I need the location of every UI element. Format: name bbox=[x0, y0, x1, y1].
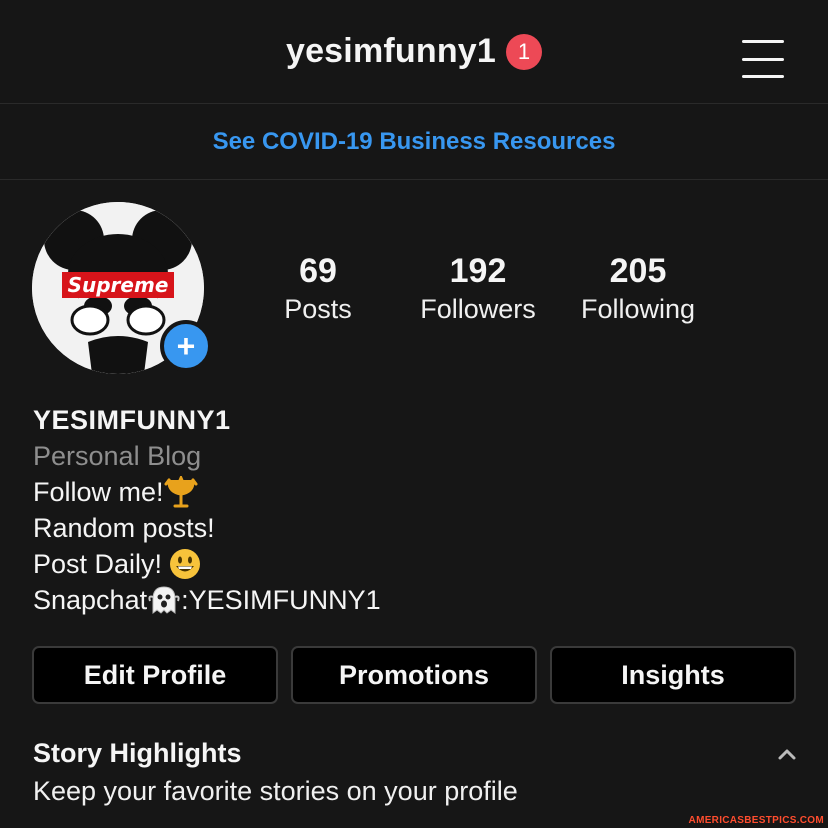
profile-page: yesimfunny1 1 See COVID-19 Business Reso… bbox=[0, 0, 828, 828]
add-story-plus-icon[interactable]: + bbox=[160, 320, 212, 372]
menu-line bbox=[742, 75, 784, 78]
grinning-face-icon bbox=[170, 549, 201, 579]
watermark: AMERICASBESTPICS.COM bbox=[688, 815, 824, 826]
following-label: Following bbox=[580, 294, 696, 324]
profile-username[interactable]: yesimfunny1 bbox=[286, 32, 496, 71]
ghost-icon bbox=[148, 586, 180, 614]
profile-action-buttons: Edit Profile Promotions Insights bbox=[32, 646, 796, 704]
bio-line: Post Daily! bbox=[33, 546, 793, 582]
edit-profile-button[interactable]: Edit Profile bbox=[32, 646, 278, 704]
bio-line: Random posts! bbox=[33, 510, 793, 546]
bio-line: Snapchat :YESIMFUNNY1 bbox=[33, 582, 793, 618]
hamburger-menu-icon[interactable] bbox=[742, 40, 784, 78]
posts-label: Posts bbox=[284, 294, 352, 324]
promotions-button[interactable]: Promotions bbox=[291, 646, 537, 704]
supreme-logo-text: Supreme bbox=[67, 273, 169, 297]
notification-badge[interactable]: 1 bbox=[506, 33, 543, 70]
stat-followers[interactable]: 192 Followers bbox=[398, 250, 558, 326]
bio-text: :YESIMFUNNY1 bbox=[181, 585, 381, 615]
bio-text: Snapchat bbox=[33, 585, 148, 615]
chevron-up-icon[interactable] bbox=[776, 744, 798, 766]
bio-text: Random posts! bbox=[33, 513, 215, 543]
display-name: YESIMFUNNY1 bbox=[33, 405, 231, 435]
stat-posts[interactable]: 69 Posts bbox=[238, 250, 398, 326]
stat-following[interactable]: 205 Following bbox=[558, 250, 718, 326]
profile-bio: YESIMFUNNY1 Personal Blog Follow me! Ran… bbox=[33, 402, 793, 618]
story-highlights-subtitle: Keep your favorite stories on your profi… bbox=[33, 776, 518, 806]
posts-count: 69 bbox=[299, 252, 337, 290]
menu-line bbox=[742, 57, 784, 61]
followers-count: 192 bbox=[449, 252, 507, 290]
bio-line: Follow me! bbox=[33, 474, 793, 510]
covid-resources-link[interactable]: See COVID-19 Business Resources bbox=[0, 104, 828, 180]
followers-label: Followers bbox=[420, 294, 536, 324]
menu-line bbox=[742, 40, 784, 43]
trident-icon bbox=[164, 476, 198, 508]
profile-stats: 69 Posts 192 Followers 205 Following bbox=[238, 250, 778, 330]
insights-button[interactable]: Insights bbox=[550, 646, 796, 704]
bio-text: Post Daily! bbox=[33, 549, 163, 579]
story-highlights-title: Story Highlights bbox=[33, 738, 242, 768]
category-label: Personal Blog bbox=[33, 441, 202, 471]
bio-text: Follow me! bbox=[33, 477, 164, 507]
following-count: 205 bbox=[609, 252, 667, 290]
profile-avatar-container: Supreme + bbox=[32, 202, 212, 374]
top-bar: yesimfunny1 1 bbox=[0, 0, 828, 104]
